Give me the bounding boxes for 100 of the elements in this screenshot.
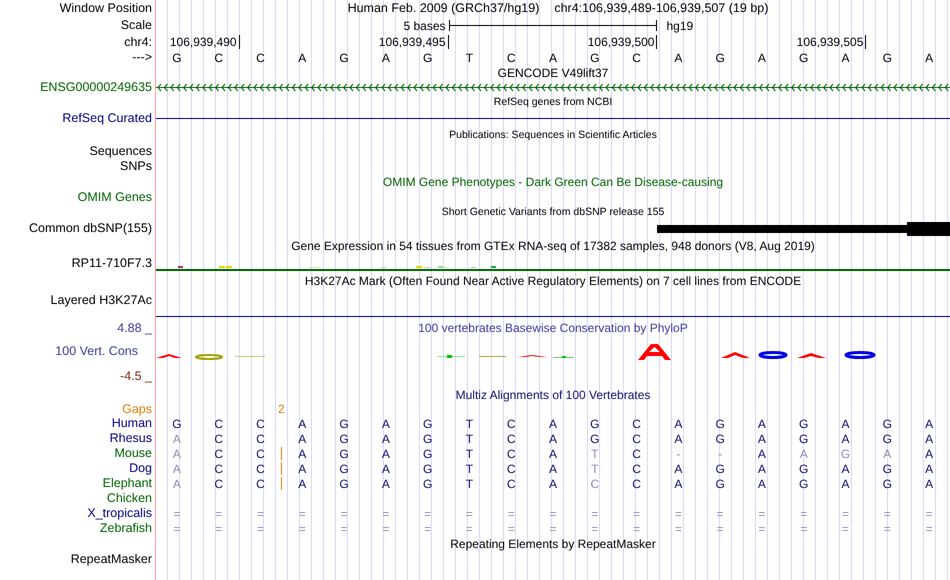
aligned-base: = [256,508,264,520]
aligned-base: G [715,418,725,430]
aligned-base: A [758,448,766,460]
aligned-base: C [632,462,641,474]
aligned-base: = [298,508,306,520]
sequence-base: C [256,52,265,64]
track-label[interactable]: Layered H3K27Ac [50,289,152,306]
aligned-base: G [339,478,349,490]
sequence-base: A [925,52,934,64]
aligned-base: = [800,522,808,534]
aligned-base: G [715,432,725,444]
aligned-base: = [674,522,682,534]
track-title: RefSeq genes from NCBI [494,97,612,108]
aligned-base: = [800,508,808,520]
track-title: GENCODE V49lift37 [498,66,608,78]
gene-feature[interactable] [156,84,950,92]
gap-count: 2 [278,403,285,415]
track-label[interactable]: Common dbSNP(155) [29,222,152,235]
aligned-base: T [466,448,474,460]
aligned-base: A [172,432,181,444]
track-title: Repeating Elements by RepeatMasker [450,538,656,550]
aligned-base: = [298,522,306,534]
sequence-base: C [214,52,224,64]
aligned-base: = [466,508,473,520]
aligned-base: A [758,478,766,490]
aligned-base: A [382,448,390,460]
aligned-base: A [925,462,934,474]
aligned-base: C [256,448,265,460]
sequence-base: C [632,52,641,64]
strand-label[interactable]: ---> [132,51,152,64]
aligned-base: = [424,508,432,520]
sequence-base: C [506,52,516,64]
aligned-base: A [382,418,390,430]
species-label[interactable]: Dog [129,462,152,475]
aligned-base: C [214,462,224,474]
species-label[interactable]: Chicken [106,492,152,505]
aligned-base: G [590,432,600,444]
aligned-base: T [466,462,474,474]
species-label[interactable]: Rhesus [110,432,152,445]
species-label[interactable]: Zebrafish [100,522,152,535]
species-label[interactable]: Mouse [114,447,152,460]
sequence-base: G [590,52,600,64]
aligned-base: G [590,418,600,430]
aligned-base: A [298,462,306,474]
sequence-base: G [339,52,349,64]
ruler-tick: 106,939,500 [588,35,658,49]
aligned-base: = [215,522,222,534]
track-label[interactable]: RepeatMasker [70,553,152,566]
aligned-base: = [758,522,766,534]
track-title: OMIM Gene Phenotypes - Dark Green Can Be Disease-causing [382,176,724,188]
track-title: Multiz Alignments of 100 Vertebrates [456,388,650,400]
aligned-base: = [926,508,933,520]
track-label[interactable]: OMIM Genes [78,191,152,204]
aligned-base: C [256,478,265,490]
aligned-base: = [508,508,515,520]
aligned-base: A [548,432,557,444]
sequence-base: A [382,52,390,64]
aligned-base: C [506,432,516,444]
variant-feature-drawing[interactable] [657,222,950,236]
aligned-base: A [674,462,682,474]
aligned-base: C [506,448,516,460]
species-label[interactable]: Human [112,417,152,430]
aligned-base: = [549,522,556,534]
track-title: H3K27Ac Mark (Often Found Near Active Regulatory Elements) on 7 cell lines from ENCODE [304,274,802,286]
track-label[interactable]: 100 Vert. Cons [55,344,152,358]
aligned-base: A [382,478,390,490]
aligned-base: G [172,418,182,430]
track-label[interactable]: Sequences [89,145,152,158]
track-label[interactable]: ENSG00000249635 [40,81,152,94]
track-label[interactable]: SNPs [120,160,152,173]
aligned-base: G [339,462,349,474]
aligned-base: = [340,508,348,520]
aligned-base: A [382,432,390,444]
aligned-base: = [256,522,264,534]
assembly-name: Human Feb. 2009 (GRCh37/hg19) [348,2,540,15]
aligned-base: = [173,508,180,520]
aligned-base: C [256,462,265,474]
species-label[interactable]: Elephant [102,477,152,490]
aligned-base: A [172,448,181,460]
sequence-base: T [466,52,474,64]
aligned-base: A [925,418,934,430]
aligned-base: G [422,432,432,444]
aligned-base: A [925,432,934,444]
aligned-base: C [506,478,516,490]
sequence-base: A [758,52,766,64]
track-title: Gene Expression in 54 tissues from GTEx RNA-seq of 17382 samples, 948 donors (V8, Aug 2019) [291,240,815,252]
aligned-base: = [633,522,640,534]
species-label[interactable]: X_tropicalis [87,507,152,520]
aligned-base: G [339,418,349,430]
sequence-base: G [422,52,432,64]
aligned-base: G [882,478,892,490]
aligned-base: = [591,508,598,520]
aligned-base: = [884,522,891,534]
track-label[interactable]: RefSeq Curated [62,112,152,125]
aligned-base: = [716,508,724,520]
aligned-base: = [674,508,682,520]
aligned-base: = [758,508,766,520]
aligned-base: G [882,432,892,444]
aligned-base: A [548,478,557,490]
track-label[interactable]: RP11-710F7.3 [72,256,152,270]
